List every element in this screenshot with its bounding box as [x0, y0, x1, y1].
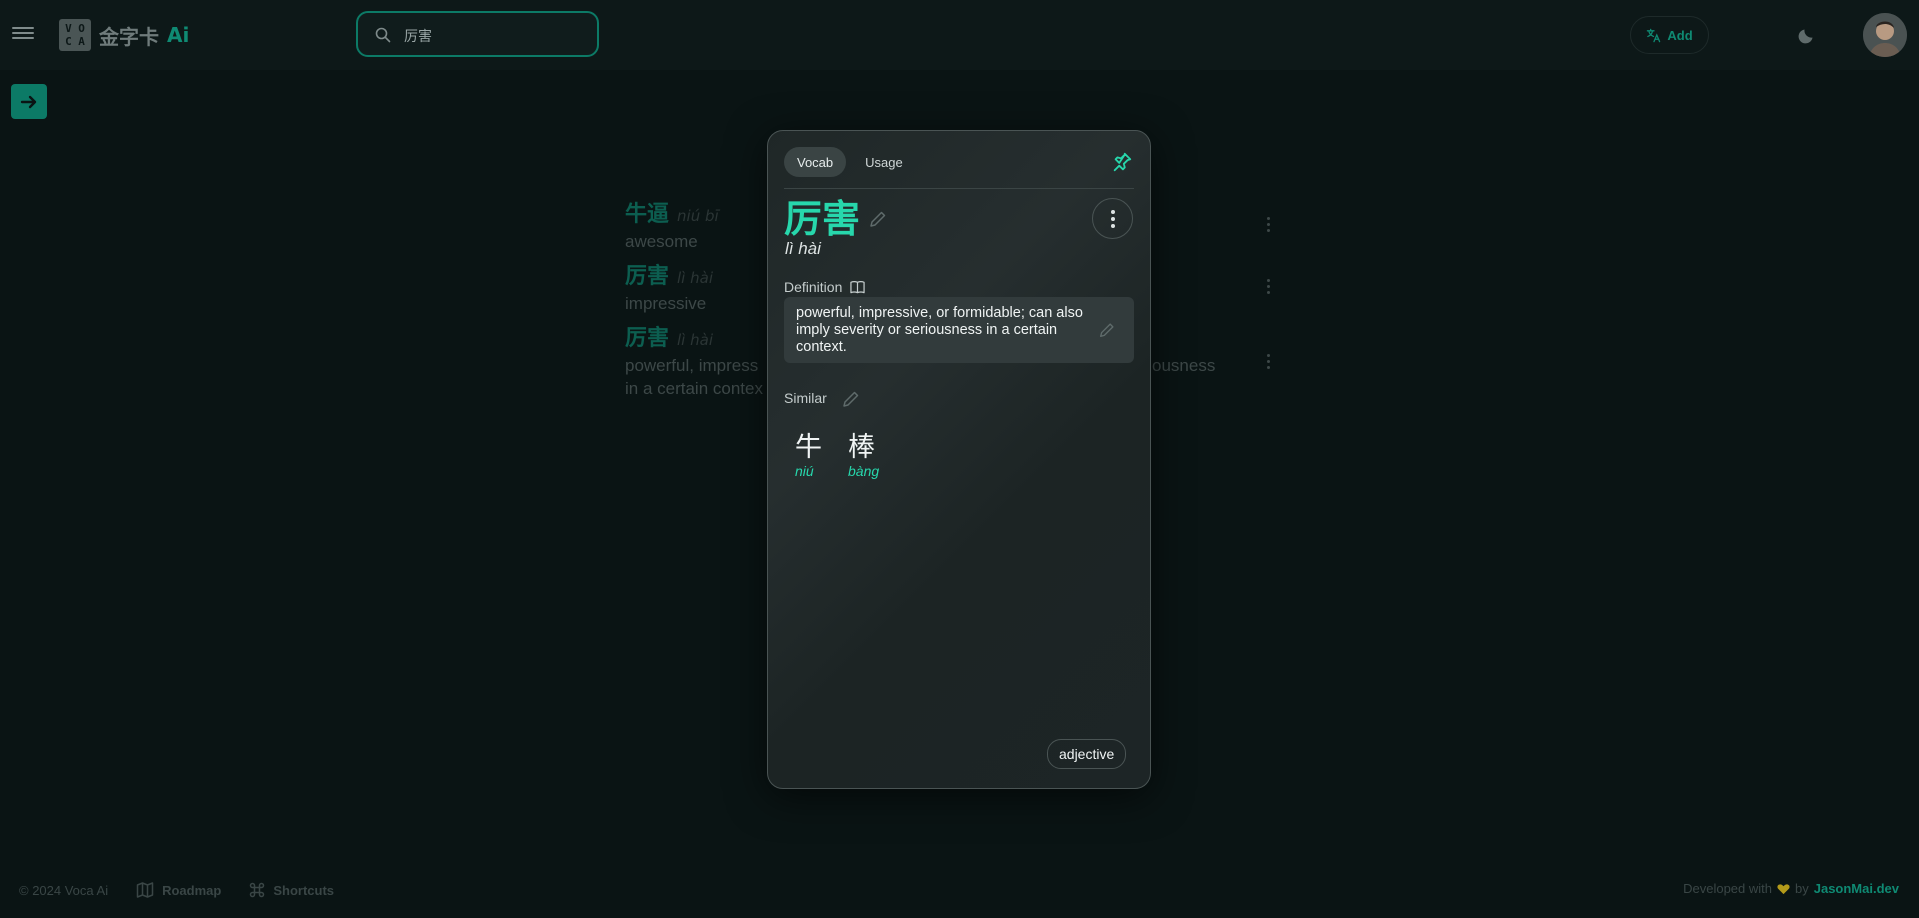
search-box[interactable] [356, 11, 599, 57]
footer-right: Developed with by JasonMai.dev [1683, 881, 1899, 896]
card-tabs: Vocab Usage [784, 147, 916, 177]
logo-letters-top: V O [65, 22, 85, 35]
list-item-hanzi: 厉害 [625, 326, 670, 351]
pencil-icon[interactable] [841, 389, 861, 409]
add-button-label: Add [1667, 27, 1693, 43]
open-panel-button[interactable] [11, 84, 47, 119]
avatar[interactable] [1863, 13, 1907, 57]
similar-word-pinyin: bàng [848, 463, 880, 479]
pencil-icon[interactable] [868, 209, 888, 229]
logo-mark: V O C A [59, 19, 91, 51]
tab-usage[interactable]: Usage [852, 147, 916, 177]
pencil-icon[interactable] [1098, 321, 1116, 339]
logo-ai: Ai [167, 23, 190, 47]
list-item-more-icon[interactable] [1267, 354, 1271, 372]
list-item-more-icon[interactable] [1267, 217, 1271, 235]
vocab-card: Vocab Usage 厉害 lì hài Definition powerfu… [767, 130, 1151, 789]
card-pinyin: lì hài [785, 239, 821, 258]
author-link[interactable]: JasonMai.dev [1814, 881, 1899, 896]
command-icon [250, 882, 265, 898]
similar-word-hanzi: 牛 [795, 432, 822, 463]
heart-icon [1777, 883, 1790, 894]
list-item-more-icon[interactable] [1267, 279, 1271, 297]
roadmap-label: Roadmap [162, 882, 222, 898]
footer-left: © 2024 Voca Ai Roadmap Shortcuts [19, 881, 334, 899]
card-divider [784, 188, 1134, 189]
arrow-right-icon [20, 95, 37, 108]
list-item-pinyin: lì hài [677, 269, 713, 287]
translate-icon [1647, 28, 1661, 42]
add-button[interactable]: Add [1630, 16, 1709, 54]
card-word: 厉害 [784, 197, 861, 241]
similar-word[interactable]: 牛 niú [795, 431, 822, 479]
definition-text: powerful, impressive, or formidable; can… [784, 297, 1134, 363]
list-item-definition-end: ousness [1152, 356, 1216, 375]
part-of-speech-tag: adjective [1047, 739, 1127, 769]
logo[interactable]: V O C A 金字卡 Ai [59, 19, 189, 51]
menu-icon[interactable] [12, 24, 34, 42]
logo-name: 金字卡 [99, 24, 159, 49]
pin-icon[interactable] [1111, 151, 1133, 173]
list-item-pinyin: niú bī [677, 207, 719, 225]
similar-label: Similar [784, 390, 827, 406]
search-icon [375, 27, 391, 43]
similar-word[interactable]: 棒 bàng [848, 431, 879, 479]
list-item-hanzi: 厉害 [625, 264, 670, 289]
avatar-image [1863, 13, 1907, 57]
search-input[interactable] [402, 24, 586, 48]
book-icon[interactable] [850, 280, 866, 294]
developed-with-text: Developed with [1683, 881, 1772, 896]
moon-icon[interactable] [1797, 25, 1817, 45]
similar-word-hanzi: 棒 [848, 432, 875, 463]
by-text: by [1795, 881, 1809, 896]
shortcuts-label: Shortcuts [273, 882, 334, 898]
list-item-definition-start: powerful, impress [625, 356, 759, 375]
list-item-hanzi: 牛逼 [625, 202, 670, 227]
definition-label: Definition [784, 279, 866, 295]
similar-word-pinyin: niú [795, 463, 814, 479]
logo-letters-bottom: C A [65, 35, 85, 48]
tab-vocab[interactable]: Vocab [784, 147, 847, 177]
more-vertical-icon[interactable] [1092, 198, 1133, 239]
list-item-pinyin: lì hài [677, 331, 713, 349]
roadmap-link[interactable]: Roadmap [136, 881, 221, 899]
map-icon [136, 882, 154, 898]
shortcuts-link[interactable]: Shortcuts [249, 882, 334, 898]
definition-label-text: Definition [784, 279, 843, 295]
copyright: © 2024 Voca Ai [19, 882, 109, 898]
